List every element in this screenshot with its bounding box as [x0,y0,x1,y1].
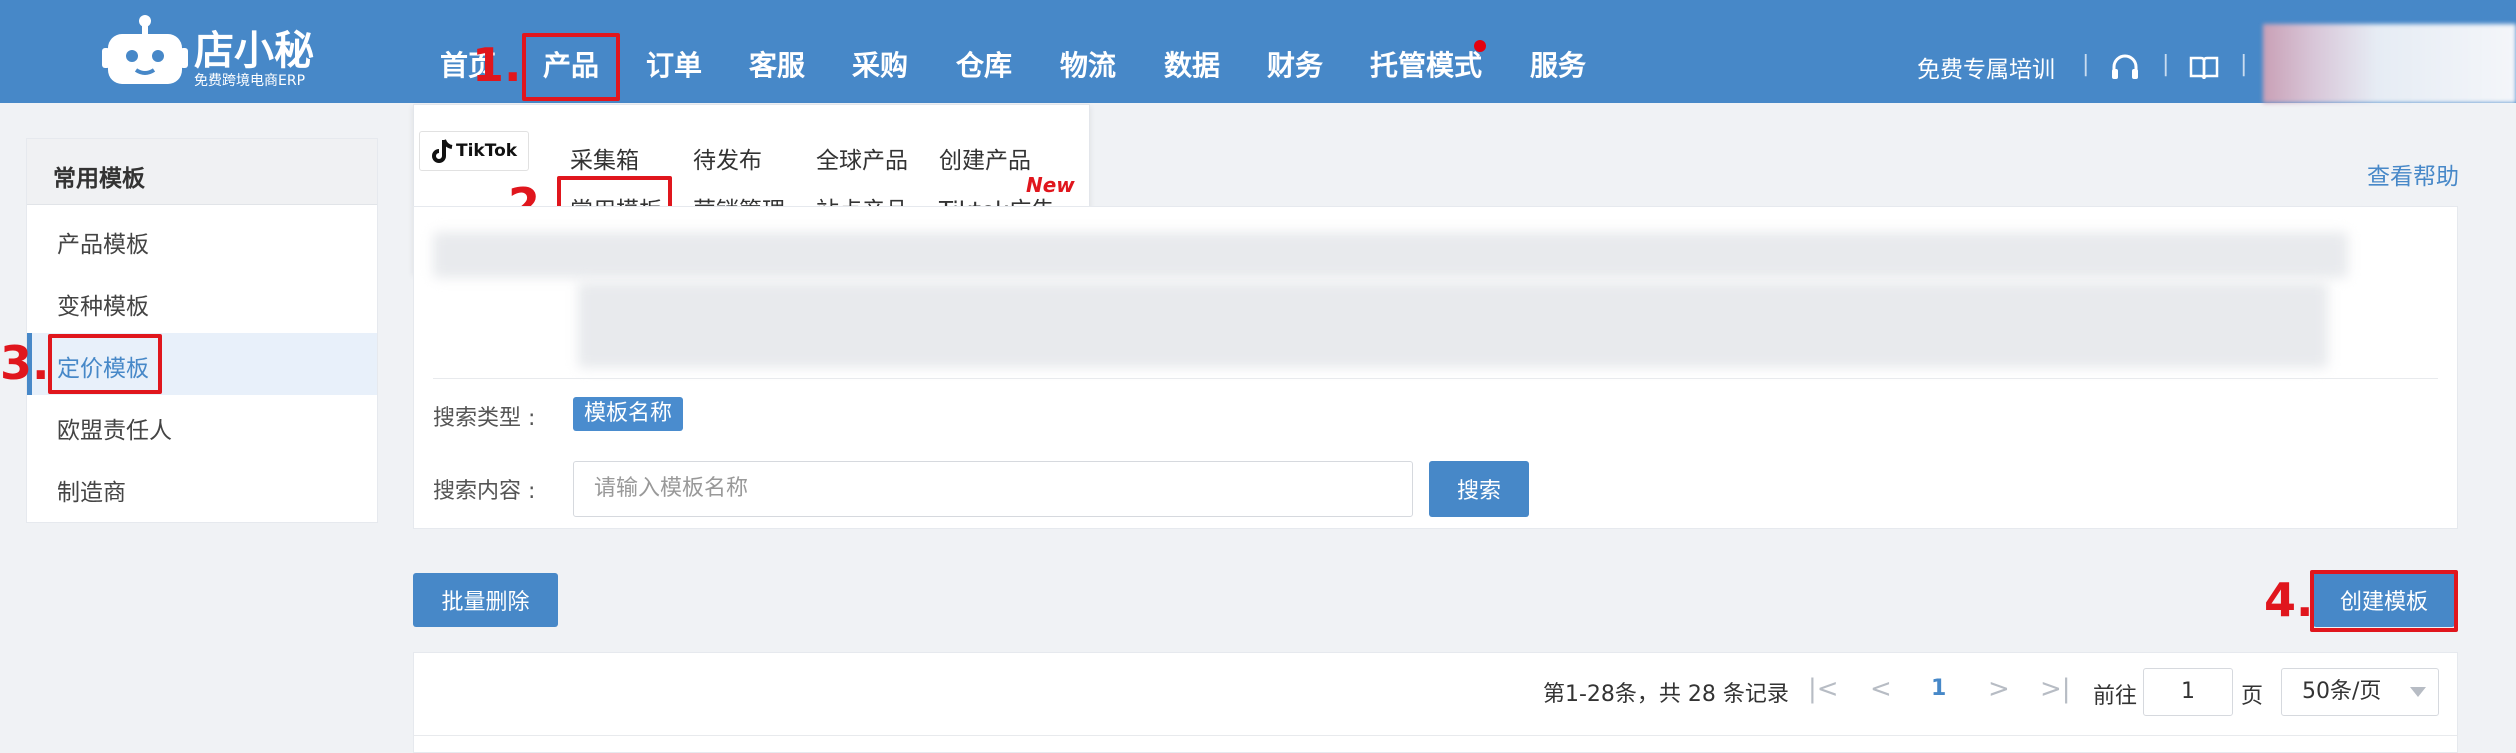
tiktok-platform-logo[interactable]: TikTok [419,131,529,171]
annotation-step-1: 1. [472,38,522,92]
menu-collection-box[interactable]: 采集箱 [570,141,639,175]
nav-purchase[interactable]: 采购 [852,46,908,86]
help-link[interactable]: 查看帮助 [2367,157,2459,191]
sidebar-header: 常用模板 [27,139,377,205]
sidebar: 常用模板 产品模板 变种模板 定价模板 欧盟责任人 制造商 [26,138,378,523]
menu-global-products[interactable]: 全球产品 [816,141,908,175]
nav-separator: | [2162,52,2170,77]
panel-divider [433,378,2438,379]
page-size-select[interactable]: 50条/页 [2281,668,2439,716]
page-unit-label: 页 [2241,684,2264,709]
nav-finance[interactable]: 财务 [1267,46,1323,86]
blurred-filter-row [578,282,2328,368]
table-divider [413,735,2458,736]
highlight-create-template [2310,570,2458,632]
sidebar-item-manufacturer[interactable]: 制造商 [57,473,126,507]
first-page-icon[interactable]: |< [1808,674,1839,704]
nav-customer-service[interactable]: 客服 [749,46,805,86]
highlight-product-nav [522,33,620,101]
logo-title: 店小秘 [194,28,314,74]
chevron-down-icon [2410,687,2426,697]
prev-page-icon[interactable]: < [1870,674,1892,704]
pagination-summary: 第1-28条，共 28 条记录 [1543,682,1789,707]
search-content-label: 搜索内容 : [433,479,536,504]
new-badge: New [1026,173,1075,197]
menu-create-product[interactable]: 创建产品 [939,141,1031,175]
sidebar-item-variant-template[interactable]: 变种模板 [57,287,149,321]
annotation-step-3: 3. [0,336,50,390]
app-logo[interactable]: 店小秘 免费跨境电商ERP [102,14,342,94]
user-account-area[interactable] [2263,24,2516,103]
current-page-number[interactable]: 1 [1931,676,1946,701]
search-type-label: 搜索类型 : [433,406,536,431]
nav-separator: | [2082,52,2090,77]
menu-pending-publish[interactable]: 待发布 [693,141,762,175]
blurred-filter-row [433,232,2348,278]
book-icon[interactable] [2189,55,2219,81]
goto-label: 前往 [2093,684,2138,709]
batch-delete-button[interactable]: 批量删除 [413,573,558,627]
goto-page-input[interactable]: 1 [2143,668,2233,716]
search-input[interactable]: 请输入模板名称 [573,461,1413,517]
nav-logistics[interactable]: 物流 [1060,46,1116,86]
search-type-tag[interactable]: 模板名称 [573,397,683,431]
free-training-link[interactable]: 免费专属培训 [1917,50,2055,84]
search-button[interactable]: 搜索 [1429,461,1529,517]
notification-dot [1474,40,1486,52]
robot-logo-icon [102,15,188,84]
last-page-icon[interactable]: >| [2040,674,2071,704]
sidebar-title: 常用模板 [53,166,145,192]
nav-orders[interactable]: 订单 [646,46,702,86]
top-navigation-bar: 店小秘 免费跨境电商ERP 首页 产品 订单 客服 采购 仓库 物流 数据 财务… [0,0,2516,103]
annotation-step-4: 4. [2264,573,2314,627]
nav-warehouse[interactable]: 仓库 [956,46,1012,86]
tiktok-wordmark: TikTok [456,141,518,161]
headset-icon[interactable] [2110,54,2140,82]
tiktok-note-icon [432,139,453,163]
sidebar-item-eu-responsible[interactable]: 欧盟责任人 [57,411,172,445]
nav-hosted-mode[interactable]: 托管模式 [1370,46,1482,86]
nav-separator: | [2240,52,2248,77]
highlight-pricing-template [48,334,162,394]
logo-subtitle: 免费跨境电商ERP [194,73,306,89]
next-page-icon[interactable]: > [1988,674,2010,704]
page-size-value: 50条/页 [2302,679,2382,704]
sidebar-item-product-template[interactable]: 产品模板 [57,225,149,259]
nav-data[interactable]: 数据 [1164,46,1220,86]
nav-services[interactable]: 服务 [1530,46,1586,86]
